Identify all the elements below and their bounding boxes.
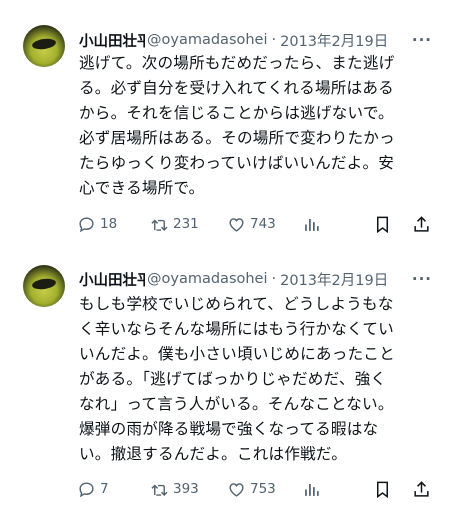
tweet-text-line: 必ず居場所はある。その場所で変わりたかっ <box>79 129 395 147</box>
tweet-text-line: 心できる場所で。 <box>79 179 205 197</box>
bookmark-button[interactable] <box>373 478 392 500</box>
avatar[interactable] <box>23 265 65 307</box>
like-button[interactable]: 753 <box>227 478 276 500</box>
tweet-text-line: なれ」って言う人がいる。そんなことない。 <box>79 395 394 413</box>
reply-count: 18 <box>100 216 118 232</box>
tweet-text-line: る。必ず自分を受け入れてくれる場所はある <box>79 79 394 97</box>
tweet-text-line: い。撤退するんだよ。これは作戦だ。 <box>79 445 348 463</box>
retweet-count: 231 <box>173 216 199 232</box>
avatar[interactable] <box>23 25 65 67</box>
action-bar: 18 231 743 <box>77 213 437 235</box>
retweet-icon <box>151 484 168 496</box>
display-name[interactable]: 小山田壮平 <box>79 269 145 290</box>
like-icon <box>229 482 244 497</box>
user-handle[interactable]: @oyamadasohei <box>147 32 268 48</box>
retweet-icon <box>151 219 168 231</box>
tweet-date[interactable]: 2013年2月19日 <box>280 269 388 290</box>
reply-count: 7 <box>100 481 109 497</box>
reply-button[interactable]: 18 <box>77 213 117 235</box>
share-icon <box>414 480 429 497</box>
tweet-text-line: もしも学校でいじめられて、どうしようもな <box>79 295 394 313</box>
separator-dot: · <box>271 32 277 48</box>
tweet-text-line: く辛いならそんな場所にはもう行かなくてい <box>79 320 394 338</box>
tweet-text: もしも学校でいじめられて、どうしようもな く辛いならそんな場所にはもう行かなくて… <box>79 292 431 467</box>
tweet-header: 小山田壮平 @oyamadasohei · 2013年2月19日 ··· <box>79 30 442 50</box>
like-count: 753 <box>250 481 276 497</box>
bookmark-button[interactable] <box>373 213 392 235</box>
more-icon[interactable]: ··· <box>412 31 432 49</box>
like-count: 743 <box>250 216 276 232</box>
tweet-text: 逃げて。次の場所もだめだったら、また逃げ る。必ず自分を受け入れてくれる場所はあ… <box>79 51 431 201</box>
share-icon <box>414 215 429 232</box>
bookmark-icon <box>376 481 389 498</box>
user-handle[interactable]: @oyamadasohei <box>147 271 268 287</box>
views-icon <box>305 218 319 231</box>
retweet-count: 393 <box>173 481 199 497</box>
views-button[interactable] <box>302 213 321 235</box>
tweet-date[interactable]: 2013年2月19日 <box>280 30 388 51</box>
bookmark-icon <box>376 216 389 233</box>
reply-icon <box>79 216 94 232</box>
tweet-text-line: から。それを信じることからは逃げないで。 <box>79 104 394 122</box>
views-button[interactable] <box>302 478 321 500</box>
action-bar: 7 393 753 <box>77 478 437 500</box>
reply-button[interactable]: 7 <box>77 478 109 500</box>
tweet-text-line: 逃げて。次の場所もだめだったら、また逃げ <box>79 54 395 72</box>
tweet-text-line: 爆弾の雨が降る戦場で強くなってる暇はな <box>79 420 379 438</box>
views-icon <box>305 483 319 496</box>
display-name[interactable]: 小山田壮平 <box>79 30 145 51</box>
retweet-button[interactable]: 231 <box>150 213 199 235</box>
share-button[interactable] <box>412 478 431 500</box>
reply-icon <box>79 481 94 497</box>
like-button[interactable]: 743 <box>227 213 276 235</box>
tweet-text-line: たらゆっくり変わっていけばいいんだよ。安 <box>79 154 395 172</box>
tweet-header: 小山田壮平 @oyamadasohei · 2013年2月19日 ··· <box>79 269 442 289</box>
tweet-text-line: いんだよ。僕も小さい頃いじめにあったこと <box>79 345 395 363</box>
tweet-text-line: がある。「逃げてばっかりじゃだめだ、強く <box>79 370 387 388</box>
retweet-button[interactable]: 393 <box>150 478 199 500</box>
share-button[interactable] <box>412 213 431 235</box>
separator-dot: · <box>271 271 277 287</box>
like-icon <box>229 217 244 232</box>
more-icon[interactable]: ··· <box>412 270 432 288</box>
